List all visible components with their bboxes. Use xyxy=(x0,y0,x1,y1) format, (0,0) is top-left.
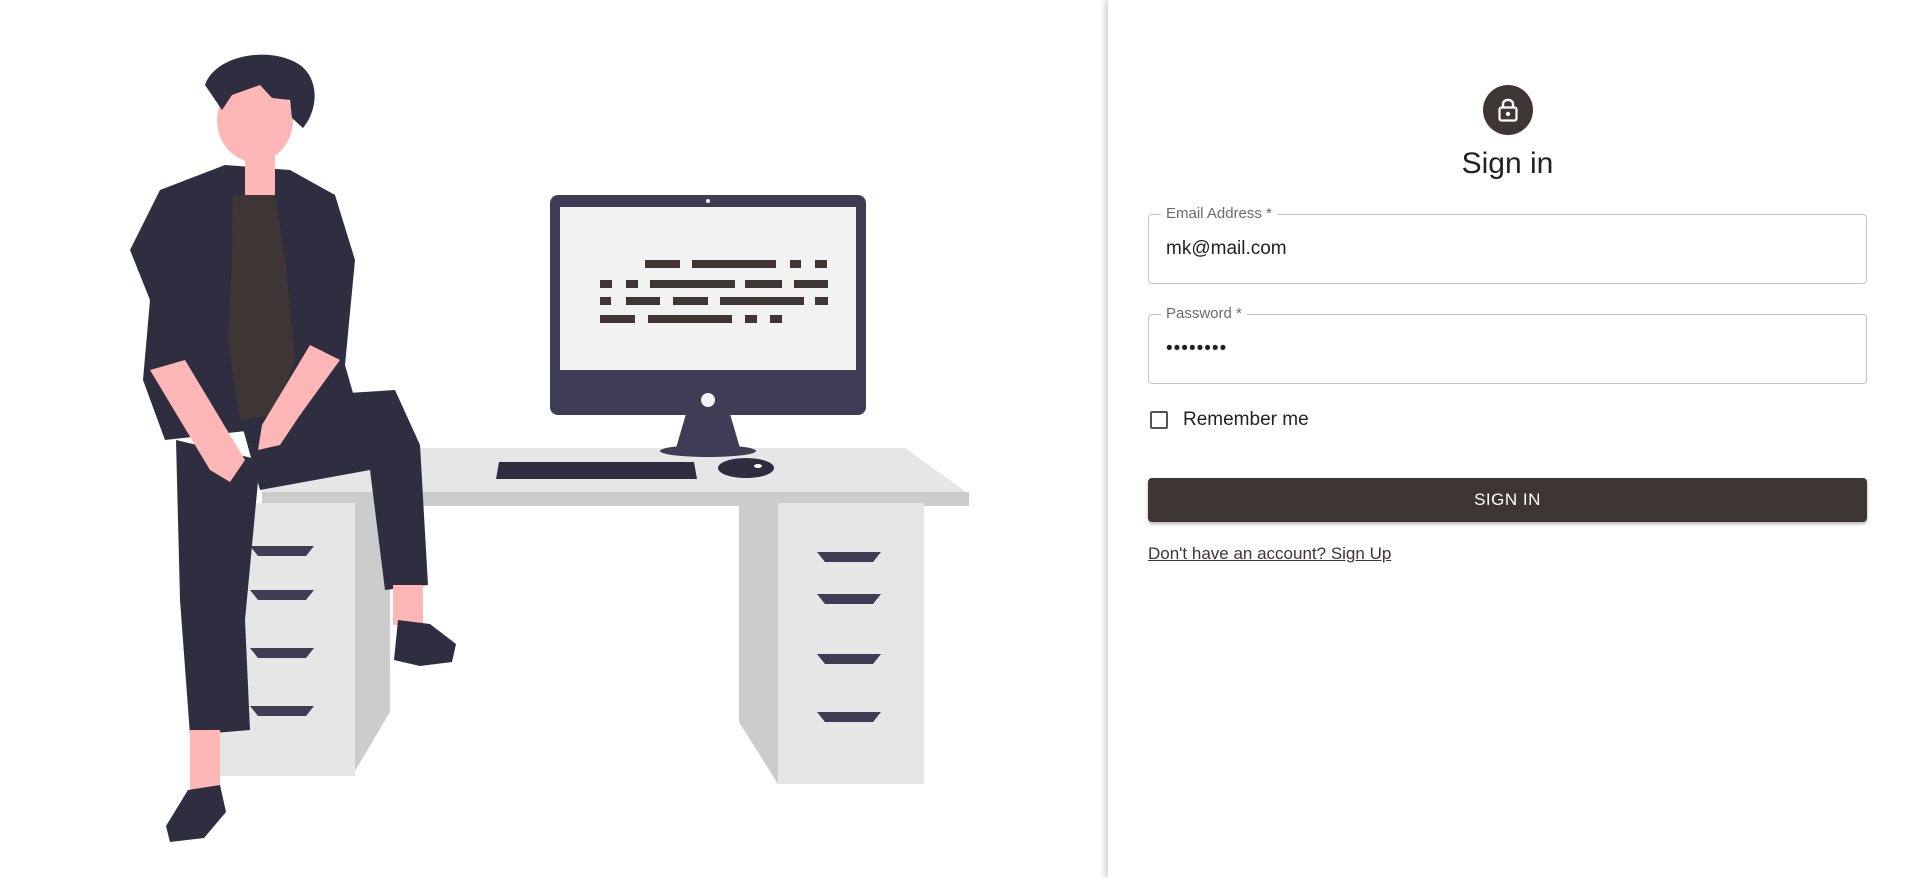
drawer-handle xyxy=(250,590,314,600)
lock-avatar xyxy=(1483,85,1533,135)
keyboard xyxy=(496,462,697,479)
drawer-handle xyxy=(817,712,881,722)
email-field[interactable]: Email Address * xyxy=(1148,205,1867,284)
password-input[interactable] xyxy=(1149,315,1866,383)
email-input[interactable] xyxy=(1149,215,1866,283)
drawer-handle xyxy=(250,648,314,658)
page-title: Sign in xyxy=(1461,147,1554,180)
monitor-stand xyxy=(676,414,740,448)
remember-me-checkbox[interactable] xyxy=(1150,411,1168,429)
password-field[interactable]: Password * xyxy=(1148,305,1867,384)
right-pedestal-side xyxy=(739,503,778,784)
drawer-handle xyxy=(250,706,314,716)
drawer-handle xyxy=(250,546,314,556)
person-at-desk-illustration xyxy=(130,54,969,842)
monitor-screen xyxy=(560,207,856,370)
remember-me-row[interactable]: Remember me xyxy=(1148,406,1309,434)
drawer-handle xyxy=(817,594,881,604)
lock-icon xyxy=(1498,98,1518,122)
mouse xyxy=(718,458,774,478)
right-pedestal xyxy=(778,503,924,784)
sign-in-button[interactable]: SIGN IN xyxy=(1148,478,1867,522)
remember-me-label[interactable]: Remember me xyxy=(1183,409,1309,431)
shoe xyxy=(394,620,456,666)
drawer-handle xyxy=(817,552,881,562)
sign-in-panel: Sign in Email Address * Password * Remem… xyxy=(1108,0,1907,878)
shoe xyxy=(166,785,226,842)
drawer-handle xyxy=(817,654,881,664)
person-leg xyxy=(176,440,260,735)
sign-up-link[interactable]: Don't have an account? Sign Up xyxy=(1148,544,1391,564)
illustration-panel xyxy=(0,0,1108,878)
